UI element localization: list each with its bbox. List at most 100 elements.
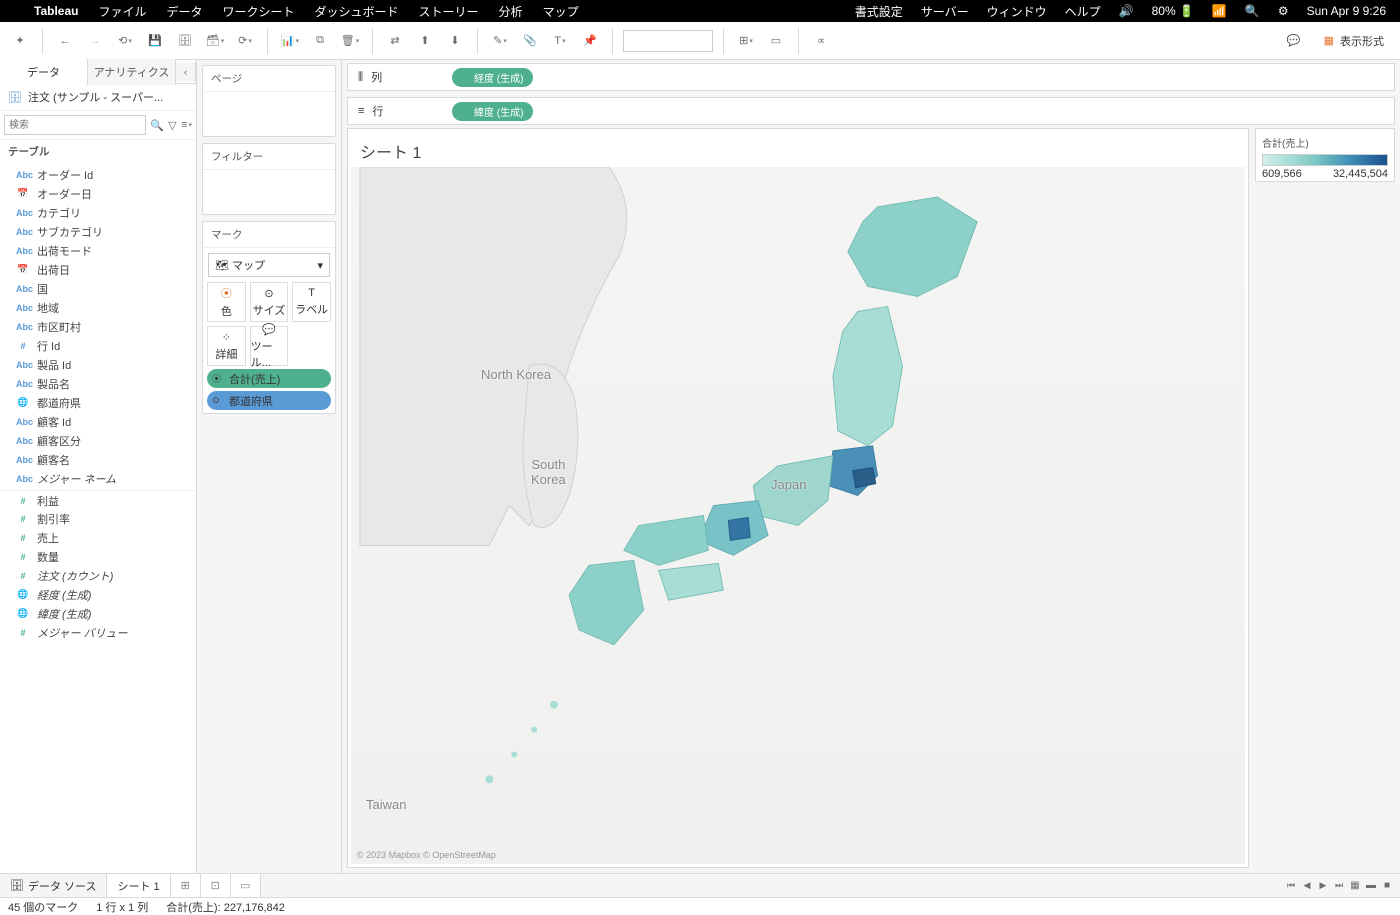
tab-sheet1[interactable]: シート 1 — [107, 874, 170, 897]
highlight-button[interactable]: ✎ — [488, 28, 512, 54]
field-item[interactable]: Abc顧客区分 — [0, 431, 196, 450]
guide-icon[interactable]: 💬 — [1282, 28, 1306, 54]
duplicate-button[interactable]: ⧉ — [308, 28, 332, 54]
share-button[interactable]: ∝ — [809, 28, 833, 54]
mark-pill-prefecture[interactable]: ⊙都道府県 — [207, 391, 331, 410]
field-item[interactable]: Abcオーダー Id — [0, 165, 196, 184]
menu-dashboard[interactable]: ダッシュボード — [315, 3, 399, 20]
sort-asc-button[interactable]: ⬆ — [413, 28, 437, 54]
volume-icon[interactable]: 🔊 — [1119, 4, 1134, 18]
refresh-button[interactable]: 🗃 — [203, 28, 227, 54]
field-item[interactable]: Abcサブカテゴリ — [0, 222, 196, 241]
field-item[interactable]: #数量 — [0, 547, 196, 566]
field-item[interactable]: Abc市区町村 — [0, 317, 196, 336]
nav-first-icon[interactable]: ⏮ — [1284, 873, 1298, 899]
view-fields-icon[interactable]: ≡ — [181, 116, 192, 134]
search-data-input[interactable] — [623, 30, 713, 52]
worksheet-view[interactable]: シート 1 — [347, 128, 1249, 868]
menu-analysis[interactable]: 分析 — [499, 3, 523, 20]
filter-fields-icon[interactable]: ▽ — [168, 116, 177, 134]
field-item[interactable]: Abc製品名 — [0, 374, 196, 393]
filmstrip-icon[interactable]: ▬ — [1364, 873, 1378, 899]
mark-detail-button[interactable]: ⁘詳細 — [207, 326, 246, 366]
new-dashboard-tab[interactable]: ⊡ — [201, 874, 231, 897]
mark-size-button[interactable]: ⊙サイズ — [250, 282, 289, 322]
row-pill-latitude[interactable]: 緯度 (生成) — [452, 102, 533, 121]
field-item[interactable]: 📅オーダー日 — [0, 184, 196, 203]
map-canvas[interactable]: North Korea South Korea Japan Taiwan © 2… — [351, 167, 1245, 864]
present-button[interactable]: ▭ — [764, 28, 788, 54]
menu-story[interactable]: ストーリー — [419, 3, 479, 20]
pages-shelf[interactable]: ページ — [202, 65, 336, 137]
collapse-panel-button[interactable]: ‹ — [176, 62, 196, 82]
field-item[interactable]: Abc国 — [0, 279, 196, 298]
field-item[interactable]: Abcカテゴリ — [0, 203, 196, 222]
show-me-button[interactable]: ▦ 表示形式 — [1316, 29, 1392, 53]
nav-next-icon[interactable]: ▶ — [1316, 873, 1330, 899]
tabview-icon[interactable]: ▦ — [1348, 873, 1362, 899]
forward-button[interactable]: → — [83, 28, 107, 54]
field-item[interactable]: #割引率 — [0, 509, 196, 528]
field-item[interactable]: #売上 — [0, 528, 196, 547]
filters-shelf[interactable]: フィルター — [202, 143, 336, 215]
sortview-icon[interactable]: ■ — [1380, 873, 1394, 899]
field-item[interactable]: Abc製品 Id — [0, 355, 196, 374]
menu-file[interactable]: ファイル — [98, 3, 146, 20]
mark-label-button[interactable]: Tラベル — [292, 282, 331, 322]
menu-map[interactable]: マップ — [543, 3, 579, 20]
mark-pill-sum-sales[interactable]: ⦿合計(売上) — [207, 369, 331, 388]
mark-type-selector[interactable]: 🗺 マップ▾ — [208, 253, 330, 277]
nav-last-icon[interactable]: ⏭ — [1332, 873, 1346, 899]
field-item[interactable]: #注文 (カウント) — [0, 566, 196, 585]
wifi-icon[interactable]: 📶 — [1212, 4, 1227, 18]
menu-help[interactable]: ヘルプ — [1065, 3, 1101, 20]
menu-window[interactable]: ウィンドウ — [987, 3, 1047, 20]
app-name[interactable]: Tableau — [34, 4, 78, 18]
color-legend[interactable]: 合計(売上) 609,56632,445,504 — [1255, 128, 1395, 182]
menu-server[interactable]: サーバー — [921, 3, 969, 20]
field-item[interactable]: Abc地域 — [0, 298, 196, 317]
tab-data[interactable]: データ — [0, 59, 88, 85]
menu-worksheet[interactable]: ワークシート — [223, 3, 295, 20]
save-button[interactable]: 💾 — [143, 28, 167, 54]
search-fields-input[interactable] — [4, 115, 146, 135]
new-worksheet-button[interactable]: 📊 — [278, 28, 302, 54]
columns-shelf[interactable]: ⫼列 経度 (生成) — [347, 63, 1395, 91]
field-item[interactable]: 🌐都道府県 — [0, 393, 196, 412]
menu-data[interactable]: データ — [166, 3, 202, 20]
field-item[interactable]: 📅出荷日 — [0, 260, 196, 279]
swap-button[interactable]: ⇄ — [383, 28, 407, 54]
pin-button[interactable]: 📌 — [578, 28, 602, 54]
back-button[interactable]: ← — [53, 28, 77, 54]
menu-format[interactable]: 書式設定 — [855, 3, 903, 20]
field-item[interactable]: Abc顧客 Id — [0, 412, 196, 431]
datasource-row[interactable]: 🗄 注文 (サンプル - スーパー... — [0, 84, 196, 111]
battery-status[interactable]: 80% 🔋 — [1152, 4, 1194, 18]
rows-shelf[interactable]: ≡行 緯度 (生成) — [347, 97, 1395, 125]
control-center-icon[interactable]: ⚙ — [1278, 4, 1289, 18]
field-item[interactable]: #メジャー バリュー — [0, 623, 196, 642]
clear-button[interactable]: 🗑 — [338, 28, 362, 54]
sort-desc-button[interactable]: ⬇ — [443, 28, 467, 54]
spotlight-icon[interactable]: 🔍 — [1245, 4, 1260, 18]
new-worksheet-tab[interactable]: ⊞ — [171, 874, 201, 897]
mark-tooltip-button[interactable]: 💬ツール... — [250, 326, 289, 366]
field-item[interactable]: Abc出荷モード — [0, 241, 196, 260]
field-item[interactable]: 🌐緯度 (生成) — [0, 604, 196, 623]
tab-analytics[interactable]: アナリティクス — [88, 59, 176, 85]
fit-button[interactable]: ⊞ — [734, 28, 758, 54]
column-pill-longitude[interactable]: 経度 (生成) — [452, 68, 533, 87]
mark-color-button[interactable]: ⦿色 — [207, 282, 246, 322]
field-item[interactable]: Abc顧客名 — [0, 450, 196, 469]
new-datasource-button[interactable]: 🗄 — [173, 28, 197, 54]
field-item[interactable]: #利益 — [0, 490, 196, 509]
field-item[interactable]: 🌐経度 (生成) — [0, 585, 196, 604]
group-button[interactable]: 📎 — [518, 28, 542, 54]
tab-datasource[interactable]: 🗄データ ソース — [0, 874, 107, 897]
nav-prev-icon[interactable]: ◀ — [1300, 873, 1314, 899]
tableau-logo-icon[interactable]: ✦ — [8, 28, 32, 54]
undo-button[interactable]: ⟲ — [113, 28, 137, 54]
label-button[interactable]: T — [548, 28, 572, 54]
clock[interactable]: Sun Apr 9 9:26 — [1307, 4, 1386, 18]
field-item[interactable]: #行 Id — [0, 336, 196, 355]
